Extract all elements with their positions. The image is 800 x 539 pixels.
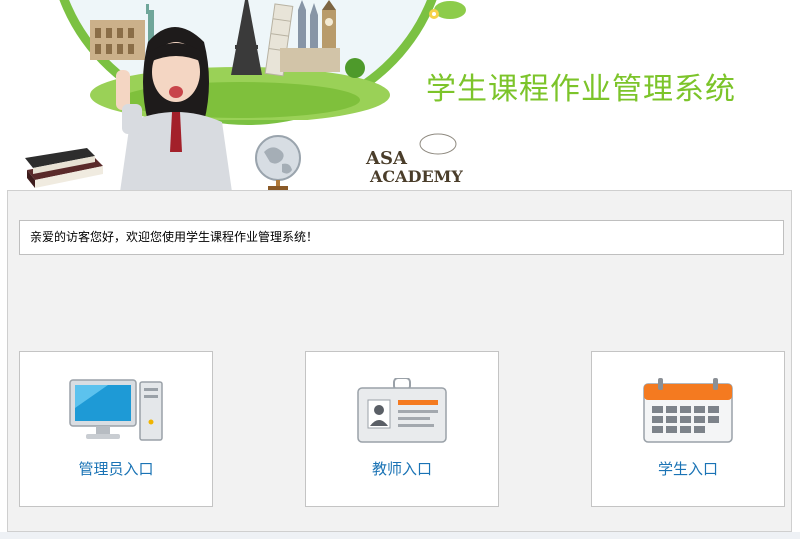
welcome-message: 亲爱的访客您好，欢迎您使用学生课程作业管理系统！	[19, 220, 784, 255]
admin-entry-label: 管理员入口	[78, 460, 154, 478]
header-banner: ASA ACADEMY 学生课程作业管理系统	[0, 0, 800, 190]
student-girl-illustration	[116, 27, 232, 190]
logo-line1: ASA	[365, 148, 408, 169]
asa-academy-logo: ASA ACADEMY	[365, 133, 463, 186]
id-card-icon	[354, 377, 450, 444]
teacher-entry-button[interactable]: 教师入口	[305, 351, 499, 507]
computer-icon	[68, 378, 164, 444]
footer-strip	[0, 532, 800, 539]
books-icon	[25, 148, 103, 188]
teacher-entry-label: 教师入口	[371, 460, 432, 478]
student-entry-button[interactable]: 学生入口	[591, 351, 785, 507]
student-entry-label: 学生入口	[657, 460, 718, 478]
main-panel: 亲爱的访客您好，欢迎您使用学生课程作业管理系统！ 管理员入口 教师入口 学生入口	[7, 190, 792, 532]
leaf-decoration	[429, 1, 466, 19]
app-title: 学生课程作业管理系统	[426, 72, 736, 107]
globe-icon	[255, 135, 301, 190]
logo-line2: ACADEMY	[369, 167, 463, 186]
calendar-icon	[640, 378, 736, 444]
admin-entry-button[interactable]: 管理员入口	[19, 351, 213, 507]
